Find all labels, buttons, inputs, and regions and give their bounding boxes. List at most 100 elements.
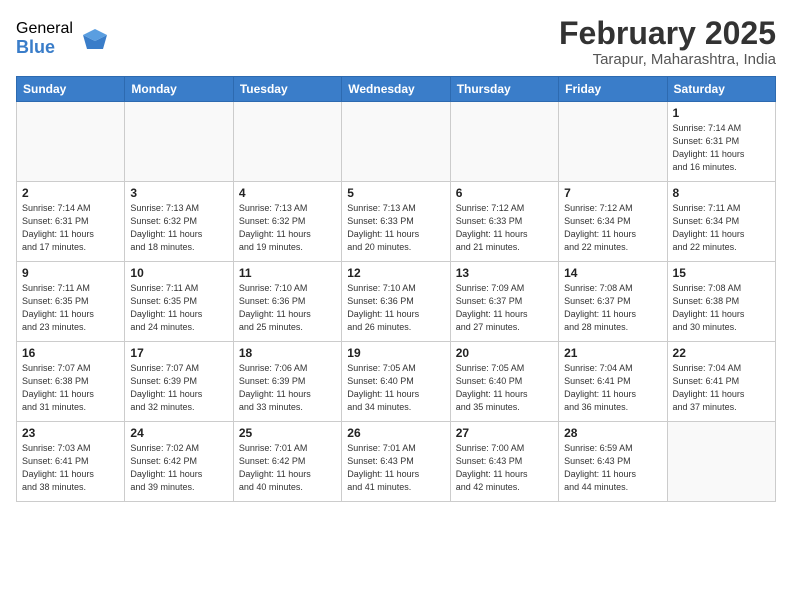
day-number: 16: [22, 346, 119, 360]
day-cell-15: 15 Sunrise: 7:08 AM Sunset: 6:38 PM Dayli…: [667, 262, 775, 342]
day-number: 5: [347, 186, 444, 200]
day-number: 13: [456, 266, 553, 280]
day-cell-25: 25 Sunrise: 7:01 AM Sunset: 6:42 PM Dayli…: [233, 422, 341, 502]
empty-cell: [233, 102, 341, 182]
day-info: Sunrise: 7:02 AM Sunset: 6:42 PM Dayligh…: [130, 442, 227, 494]
day-info: Sunrise: 7:04 AM Sunset: 6:41 PM Dayligh…: [564, 362, 661, 414]
day-number: 3: [130, 186, 227, 200]
day-info: Sunrise: 7:10 AM Sunset: 6:36 PM Dayligh…: [347, 282, 444, 334]
week-row-4: 23 Sunrise: 7:03 AM Sunset: 6:41 PM Dayli…: [17, 422, 776, 502]
day-info: Sunrise: 7:05 AM Sunset: 6:40 PM Dayligh…: [347, 362, 444, 414]
day-info: Sunrise: 7:11 AM Sunset: 6:35 PM Dayligh…: [130, 282, 227, 334]
day-cell-16: 16 Sunrise: 7:07 AM Sunset: 6:38 PM Dayli…: [17, 342, 125, 422]
day-info: Sunrise: 7:07 AM Sunset: 6:38 PM Dayligh…: [22, 362, 119, 414]
weekday-header-wednesday: Wednesday: [342, 77, 450, 102]
empty-cell: [559, 102, 667, 182]
month-title: February 2025: [559, 16, 776, 51]
day-cell-27: 27Sunrise: 7:00 AM Sunset: 6:43 PM Dayli…: [450, 422, 558, 502]
title-block: February 2025 Tarapur, Maharashtra, Indi…: [559, 16, 776, 68]
day-cell-17: 17 Sunrise: 7:07 AM Sunset: 6:39 PM Dayli…: [125, 342, 233, 422]
day-cell-7: 7 Sunrise: 7:12 AM Sunset: 6:34 PM Daylig…: [559, 182, 667, 262]
day-cell-20: 20Sunrise: 7:05 AM Sunset: 6:40 PM Dayli…: [450, 342, 558, 422]
day-number: 6: [456, 186, 553, 200]
day-cell-26: 26 Sunrise: 7:01 AM Sunset: 6:43 PM Dayli…: [342, 422, 450, 502]
week-row-2: 9 Sunrise: 7:11 AM Sunset: 6:35 PM Daylig…: [17, 262, 776, 342]
day-info: Sunrise: 7:03 AM Sunset: 6:41 PM Dayligh…: [22, 442, 119, 494]
logo-icon: [77, 21, 113, 57]
weekday-header-sunday: Sunday: [17, 77, 125, 102]
day-number: 11: [239, 266, 336, 280]
day-cell-5: 5Sunrise: 7:13 AM Sunset: 6:33 PM Daylig…: [342, 182, 450, 262]
day-info: Sunrise: 7:04 AM Sunset: 6:41 PM Dayligh…: [673, 362, 770, 414]
weekday-header-thursday: Thursday: [450, 77, 558, 102]
week-row-3: 16 Sunrise: 7:07 AM Sunset: 6:38 PM Dayli…: [17, 342, 776, 422]
day-info: Sunrise: 7:00 AM Sunset: 6:43 PM Dayligh…: [456, 442, 553, 494]
day-info: Sunrise: 7:07 AM Sunset: 6:39 PM Dayligh…: [130, 362, 227, 414]
day-number: 14: [564, 266, 661, 280]
calendar-page: General Blue February 2025 Tarapur, Maha…: [0, 0, 792, 512]
weekday-header-friday: Friday: [559, 77, 667, 102]
day-cell-23: 23 Sunrise: 7:03 AM Sunset: 6:41 PM Dayli…: [17, 422, 125, 502]
day-number: 18: [239, 346, 336, 360]
day-info: Sunrise: 7:13 AM Sunset: 6:32 PM Dayligh…: [130, 202, 227, 254]
weekday-header-saturday: Saturday: [667, 77, 775, 102]
day-info: Sunrise: 7:13 AM Sunset: 6:32 PM Dayligh…: [239, 202, 336, 254]
day-cell-11: 11 Sunrise: 7:10 AM Sunset: 6:36 PM Dayli…: [233, 262, 341, 342]
empty-cell: [125, 102, 233, 182]
day-number: 21: [564, 346, 661, 360]
header: General Blue February 2025 Tarapur, Maha…: [16, 16, 776, 68]
week-row-0: 1Sunrise: 7:14 AM Sunset: 6:31 PM Daylig…: [17, 102, 776, 182]
day-cell-9: 9Sunrise: 7:11 AM Sunset: 6:35 PM Daylig…: [17, 262, 125, 342]
day-cell-3: 3 Sunrise: 7:13 AM Sunset: 6:32 PM Daylig…: [125, 182, 233, 262]
day-info: Sunrise: 7:08 AM Sunset: 6:38 PM Dayligh…: [673, 282, 770, 334]
day-number: 17: [130, 346, 227, 360]
day-cell-6: 6Sunrise: 7:12 AM Sunset: 6:33 PM Daylig…: [450, 182, 558, 262]
day-cell-4: 4 Sunrise: 7:13 AM Sunset: 6:32 PM Daylig…: [233, 182, 341, 262]
day-cell-22: 22 Sunrise: 7:04 AM Sunset: 6:41 PM Dayli…: [667, 342, 775, 422]
logo-text: General Blue: [16, 20, 73, 57]
day-number: 10: [130, 266, 227, 280]
day-cell-1: 1Sunrise: 7:14 AM Sunset: 6:31 PM Daylig…: [667, 102, 775, 182]
day-number: 25: [239, 426, 336, 440]
weekday-header-tuesday: Tuesday: [233, 77, 341, 102]
day-number: 23: [22, 426, 119, 440]
day-number: 24: [130, 426, 227, 440]
empty-cell: [342, 102, 450, 182]
day-cell-14: 14 Sunrise: 7:08 AM Sunset: 6:37 PM Dayli…: [559, 262, 667, 342]
day-number: 8: [673, 186, 770, 200]
day-cell-10: 10 Sunrise: 7:11 AM Sunset: 6:35 PM Dayli…: [125, 262, 233, 342]
weekday-header-monday: Monday: [125, 77, 233, 102]
day-cell-18: 18Sunrise: 7:06 AM Sunset: 6:39 PM Dayli…: [233, 342, 341, 422]
day-cell-24: 24 Sunrise: 7:02 AM Sunset: 6:42 PM Dayli…: [125, 422, 233, 502]
week-row-1: 2 Sunrise: 7:14 AM Sunset: 6:31 PM Daylig…: [17, 182, 776, 262]
empty-cell: [667, 422, 775, 502]
day-info: Sunrise: 7:09 AM Sunset: 6:37 PM Dayligh…: [456, 282, 553, 334]
empty-cell: [17, 102, 125, 182]
day-number: 12: [347, 266, 444, 280]
day-number: 4: [239, 186, 336, 200]
day-info: Sunrise: 7:08 AM Sunset: 6:37 PM Dayligh…: [564, 282, 661, 334]
day-cell-28: 28Sunrise: 6:59 AM Sunset: 6:43 PM Dayli…: [559, 422, 667, 502]
day-info: Sunrise: 7:11 AM Sunset: 6:34 PM Dayligh…: [673, 202, 770, 254]
day-number: 15: [673, 266, 770, 280]
day-number: 9: [22, 266, 119, 280]
day-cell-8: 8 Sunrise: 7:11 AM Sunset: 6:34 PM Daylig…: [667, 182, 775, 262]
logo-general: General: [16, 20, 73, 38]
day-info: Sunrise: 7:10 AM Sunset: 6:36 PM Dayligh…: [239, 282, 336, 334]
day-number: 22: [673, 346, 770, 360]
calendar-table: SundayMondayTuesdayWednesdayThursdayFrid…: [16, 76, 776, 502]
day-info: Sunrise: 7:12 AM Sunset: 6:34 PM Dayligh…: [564, 202, 661, 254]
day-info: Sunrise: 7:01 AM Sunset: 6:43 PM Dayligh…: [347, 442, 444, 494]
empty-cell: [450, 102, 558, 182]
weekday-header-row: SundayMondayTuesdayWednesdayThursdayFrid…: [17, 77, 776, 102]
day-info: Sunrise: 7:01 AM Sunset: 6:42 PM Dayligh…: [239, 442, 336, 494]
day-info: Sunrise: 7:05 AM Sunset: 6:40 PM Dayligh…: [456, 362, 553, 414]
day-info: Sunrise: 7:14 AM Sunset: 6:31 PM Dayligh…: [22, 202, 119, 254]
day-number: 7: [564, 186, 661, 200]
day-number: 2: [22, 186, 119, 200]
location-title: Tarapur, Maharashtra, India: [559, 51, 776, 68]
logo-blue: Blue: [16, 38, 73, 58]
day-number: 28: [564, 426, 661, 440]
day-number: 26: [347, 426, 444, 440]
day-info: Sunrise: 7:14 AM Sunset: 6:31 PM Dayligh…: [673, 122, 770, 174]
